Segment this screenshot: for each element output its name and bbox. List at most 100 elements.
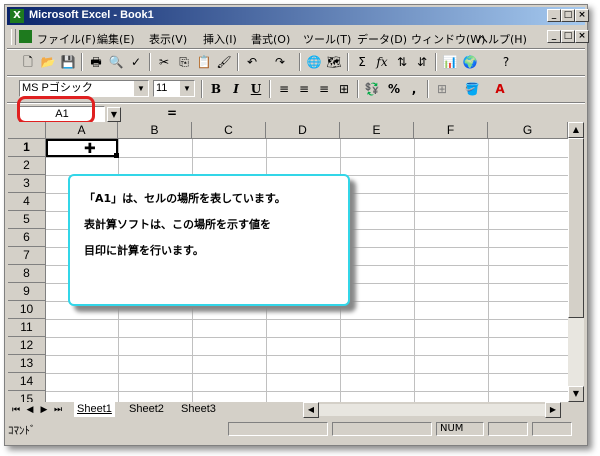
spelling-icon[interactable]: ✓ — [127, 53, 145, 71]
last-sheet-icon[interactable]: ⏭ — [52, 403, 64, 417]
row-header-9[interactable]: 9 — [8, 283, 46, 301]
row-header-3[interactable]: 3 — [8, 175, 46, 193]
percent-button[interactable]: % — [385, 80, 403, 98]
font-name-select[interactable]: MS Pゴシック ▼ — [19, 80, 149, 97]
underline-button[interactable]: U — [247, 80, 265, 98]
menu-help[interactable]: ヘルプ(H) — [477, 31, 527, 47]
row-header-8[interactable]: 8 — [8, 265, 46, 283]
web-toolbar-icon[interactable]: 🗺 — [325, 53, 343, 71]
autosum-icon[interactable]: Σ — [353, 53, 371, 71]
gridline — [46, 157, 568, 158]
row-header-4[interactable]: 4 — [8, 193, 46, 211]
hyperlink-icon[interactable]: 🌐 — [305, 53, 323, 71]
sort-descending-icon[interactable]: ⇵ — [413, 53, 431, 71]
select-all-corner[interactable] — [8, 122, 46, 139]
row-header-7[interactable]: 7 — [8, 247, 46, 265]
column-header-f[interactable]: F — [414, 122, 488, 139]
align-right-icon[interactable]: ≡ — [315, 80, 333, 98]
fill-color-icon[interactable]: 🪣 — [463, 80, 481, 98]
status-panel — [228, 422, 328, 436]
menu-edit[interactable]: 編集(E) — [97, 31, 135, 47]
next-sheet-icon[interactable]: ▶ — [38, 403, 50, 417]
column-header-e[interactable]: E — [340, 122, 414, 139]
borders-icon[interactable]: ⊞ — [433, 80, 451, 98]
chevron-down-icon[interactable]: ▼ — [133, 81, 148, 96]
column-header-b[interactable]: B — [118, 122, 192, 139]
merge-center-icon[interactable]: ⊞ — [335, 80, 353, 98]
fill-handle[interactable] — [114, 153, 119, 158]
open-icon[interactable]: 📂 — [39, 53, 57, 71]
copy-icon[interactable]: ⎘ — [175, 53, 193, 71]
row-header-12[interactable]: 12 — [8, 337, 46, 355]
italic-button[interactable]: I — [227, 80, 245, 98]
menu-view[interactable]: 表示(V) — [149, 31, 187, 47]
scroll-left-icon[interactable]: ◀ — [303, 402, 319, 418]
sort-ascending-icon[interactable]: ⇅ — [393, 53, 411, 71]
equals-button[interactable]: = — [167, 106, 177, 120]
scroll-up-icon[interactable]: ▲ — [568, 122, 584, 138]
workbook-icon[interactable] — [19, 30, 32, 43]
office-assistant-icon[interactable]: ? — [497, 53, 515, 71]
scroll-down-icon[interactable]: ▼ — [568, 386, 584, 402]
doc-restore-button[interactable]: □ — [561, 30, 575, 43]
tab-sheet2[interactable]: Sheet2 — [126, 402, 167, 417]
menu-grip — [11, 29, 16, 45]
row-header-6[interactable]: 6 — [8, 229, 46, 247]
column-header-g[interactable]: G — [488, 122, 568, 139]
print-icon[interactable]: 🖶 — [87, 53, 105, 71]
paste-icon[interactable]: 📋 — [195, 53, 213, 71]
row-header-2[interactable]: 2 — [8, 157, 46, 175]
menu-window[interactable]: ウィンドウ(W) — [411, 31, 485, 47]
menu-file[interactable]: ファイル(F) — [37, 31, 96, 47]
comma-button[interactable]: , — [405, 80, 423, 98]
formula-input[interactable] — [185, 106, 581, 123]
format-painter-icon[interactable]: 🖌 — [215, 53, 233, 71]
chart-wizard-icon[interactable]: 📊 — [441, 53, 459, 71]
column-header-c[interactable]: C — [192, 122, 266, 139]
row-header-10[interactable]: 10 — [8, 301, 46, 319]
menu-format[interactable]: 書式(O) — [251, 31, 290, 47]
menu-tools[interactable]: ツール(T) — [303, 31, 351, 47]
menu-data[interactable]: データ(D) — [357, 31, 407, 47]
close-button[interactable]: × — [575, 9, 589, 22]
tab-sheet3[interactable]: Sheet3 — [178, 402, 219, 417]
print-preview-icon[interactable]: 🔍 — [107, 53, 125, 71]
horizontal-scrollbar[interactable]: ◀ ▶ — [303, 402, 561, 418]
doc-close-button[interactable]: × — [575, 30, 589, 43]
align-center-icon[interactable]: ≡ — [295, 80, 313, 98]
new-icon[interactable]: 🗋 — [19, 53, 37, 71]
scroll-thumb[interactable] — [568, 138, 584, 318]
font-size-select[interactable]: 11 ▼ — [153, 80, 195, 97]
row-header-13[interactable]: 13 — [8, 355, 46, 373]
doc-minimize-button[interactable]: _ — [547, 30, 561, 43]
first-sheet-icon[interactable]: ⏮ — [10, 403, 22, 417]
scroll-right-icon[interactable]: ▶ — [545, 402, 561, 418]
row-header-14[interactable]: 14 — [8, 373, 46, 391]
undo-icon[interactable]: ↶ — [243, 53, 261, 71]
tab-sheet1[interactable]: Sheet1 — [74, 402, 115, 417]
align-left-icon[interactable]: ≡ — [275, 80, 293, 98]
maximize-button[interactable]: □ — [561, 9, 575, 22]
column-header-d[interactable]: D — [266, 122, 340, 139]
chevron-down-icon[interactable]: ▼ — [179, 81, 194, 96]
column-header-a[interactable]: A — [46, 122, 118, 139]
vertical-scrollbar[interactable]: ▲ ▼ — [568, 122, 584, 402]
minimize-button[interactable]: _ — [547, 9, 561, 22]
currency-icon[interactable]: 💱 — [363, 80, 381, 98]
toolbar-separator — [299, 53, 301, 71]
save-icon[interactable]: 💾 — [59, 53, 77, 71]
row-header-11[interactable]: 11 — [8, 319, 46, 337]
active-cell-a1[interactable] — [46, 139, 118, 157]
prev-sheet-icon[interactable]: ◀ — [24, 403, 36, 417]
map-icon[interactable]: 🌍 — [461, 53, 479, 71]
font-color-button[interactable]: A — [491, 80, 509, 98]
row-header-1[interactable]: 1 — [8, 139, 46, 157]
chevron-down-icon[interactable]: ▼ — [107, 107, 121, 122]
function-icon[interactable]: fx — [373, 53, 391, 71]
redo-icon[interactable]: ↷ — [271, 53, 289, 71]
row-header-5[interactable]: 5 — [8, 211, 46, 229]
cut-icon[interactable]: ✂ — [155, 53, 173, 71]
bold-button[interactable]: B — [207, 80, 225, 98]
menu-insert[interactable]: 挿入(I) — [203, 31, 237, 47]
row-header-15[interactable]: 15 — [8, 391, 46, 402]
